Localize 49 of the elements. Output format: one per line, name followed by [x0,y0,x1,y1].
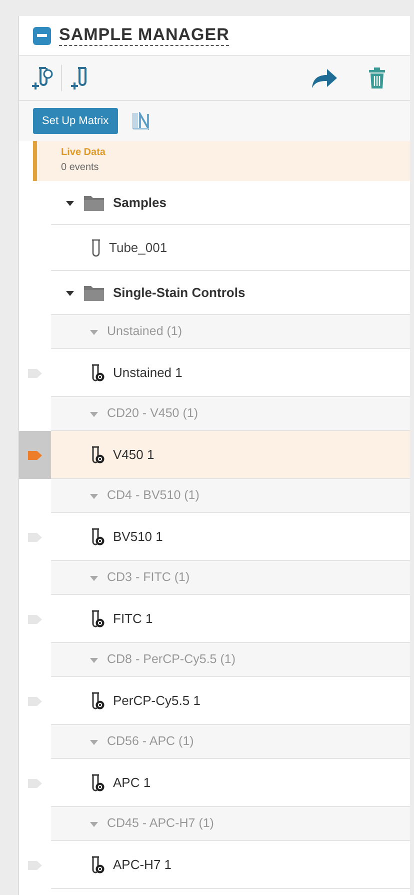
folder-icon [83,284,105,302]
add-control-tube-icon[interactable] [31,65,53,91]
group-label: CD8 - PerCP-Cy5.5 (1) [107,651,236,668]
share-arrow-icon[interactable] [310,67,338,89]
tag-icon[interactable] [28,532,42,542]
collapse-button[interactable] [33,26,51,44]
folder-label: Samples [113,194,166,212]
minus-icon [37,34,47,37]
control-tube-icon [91,610,105,628]
control-label: V450 1 [113,446,154,464]
folder-label: Single-Stain Controls [113,284,246,302]
control-tube-icon [91,446,105,464]
tag-icon[interactable] [28,450,42,460]
control-label: APC 1 [113,774,151,792]
live-data-label: Live Data [61,146,106,160]
setup-matrix-button[interactable]: Set Up Matrix [33,108,118,134]
tube-icon [91,238,101,256]
control-row[interactable]: APC-H7 1 [51,841,410,889]
tag-icon[interactable] [28,614,42,624]
folder-icon [83,194,105,212]
add-tube-icon[interactable] [70,65,88,91]
trash-icon[interactable] [368,67,386,89]
tag-icon[interactable] [28,696,42,706]
control-label: FITC 1 [113,610,153,628]
control-tube-icon [91,856,105,874]
caret-icon[interactable] [65,198,75,206]
control-tube-icon [91,528,105,546]
group-label: CD56 - APC (1) [107,733,194,750]
control-tube-icon [91,774,105,792]
barcode-icon[interactable] [132,112,150,130]
control-tube-icon [91,364,105,382]
group-label: CD4 - BV510 (1) [107,487,200,504]
control-tube-icon [91,692,105,710]
event-count: 0 events [61,161,100,175]
tag-icon[interactable] [28,368,42,378]
tag-icon[interactable] [28,778,42,788]
caret-icon[interactable] [65,288,75,296]
group-label: CD3 - FITC (1) [107,569,190,586]
group-label: CD20 - V450 (1) [107,405,198,422]
control-label: PerCP-Cy5.5 1 [113,692,200,710]
tube-label: Tube_001 [109,238,168,257]
tag-icon[interactable] [28,860,42,870]
control-label: Unstained 1 [113,364,182,382]
control-label: APC-H7 1 [113,856,172,874]
panel-title: SAMPLE MANAGER [59,24,230,46]
control-label: BV510 1 [113,528,163,546]
group-label: CD45 - APC-H7 (1) [107,815,214,832]
group-label: Unstained (1) [107,323,182,340]
control-row[interactable]: V450 1 [51,431,410,479]
